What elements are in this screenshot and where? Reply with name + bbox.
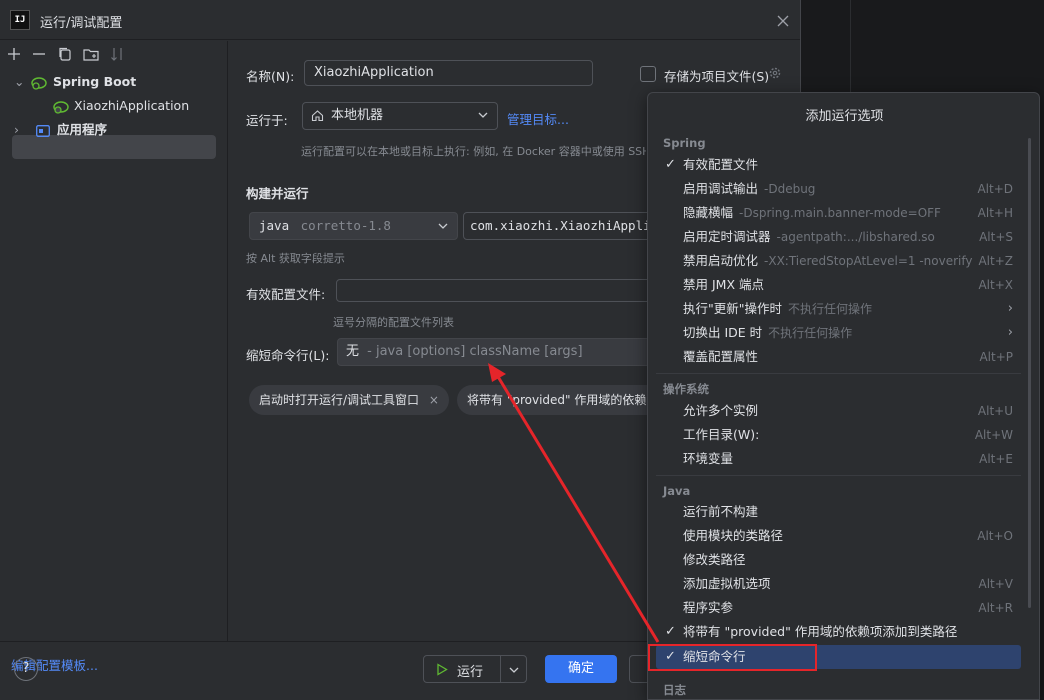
highlight-box (648, 644, 817, 671)
annotation-arrow-line (495, 374, 660, 643)
red-annotation-overlay (488, 363, 817, 671)
annotation-arrow-head (488, 363, 506, 382)
